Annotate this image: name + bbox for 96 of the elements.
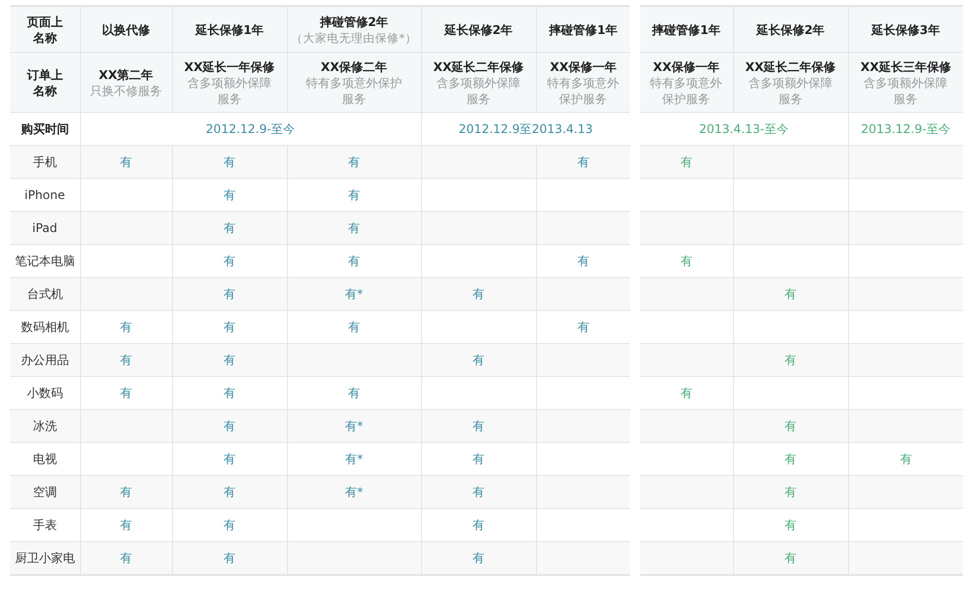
row-label: 小数码: [10, 376, 80, 410]
table-cell: 有: [733, 442, 848, 476]
order-description: 含多项额外保障服务: [862, 74, 949, 106]
column-title: 延长保修3年: [870, 22, 941, 38]
table-cell: 有: [733, 344, 848, 376]
column-title: 摔碰管修1年: [548, 22, 618, 38]
table-cell: 有: [536, 146, 630, 178]
column-title: 摔碰管修1年: [650, 22, 722, 38]
order-description: 特有多项意外保护服务: [649, 74, 724, 106]
purchase-period: 2013.12.9-至今: [848, 112, 963, 146]
table-cell: 有: [640, 146, 733, 178]
purchase-period: 2013.4.13-至今: [640, 112, 848, 146]
table-cell: 有: [421, 542, 536, 575]
row-label: 空调: [10, 476, 80, 508]
table-cell: 有: [287, 212, 421, 244]
column-title: 延长保修2年: [755, 22, 826, 38]
order-description: 特有多项意外保护服务: [546, 74, 620, 106]
table-cell: 有*: [287, 410, 421, 442]
order-name: XX延长二年保修: [432, 58, 525, 74]
row-label: 数码相机: [10, 310, 80, 344]
table-cell: 有: [80, 146, 172, 178]
table-cell: 有: [80, 376, 172, 410]
table-cell: 有: [536, 244, 630, 278]
table-cell: 有: [172, 442, 287, 476]
table-cell: 有*: [287, 476, 421, 508]
table-cell: 有: [421, 508, 536, 542]
row-label: 笔记本电脑: [10, 244, 80, 278]
purchase-period: 2012.12.9-至今: [80, 112, 421, 146]
purchase-period: 2012.12.9至2013.4.13: [421, 112, 630, 146]
table-cell: 有: [733, 410, 848, 442]
column-title: 摔碰管修2年: [318, 14, 390, 30]
row-label: iPad: [10, 212, 80, 244]
table-cell: 有: [172, 542, 287, 575]
table-cell: 有*: [287, 278, 421, 310]
table-cell: 有: [421, 344, 536, 376]
row-label: iPhone: [10, 178, 80, 212]
table-cell: 有: [287, 244, 421, 278]
table-cell: 有: [172, 244, 287, 278]
table-cell: 有: [848, 442, 963, 476]
column-title: 延长保修1年: [194, 22, 265, 38]
row-label: 台式机: [10, 278, 80, 310]
table-cell: 有: [80, 508, 172, 542]
table-cell: 有: [80, 542, 172, 575]
table-cell: 有: [733, 508, 848, 542]
table-cell: 有: [80, 310, 172, 344]
table-cell: 有: [640, 244, 733, 278]
order-description: 特有多项意外保护服务: [304, 74, 403, 106]
order-name: XX保修一年: [652, 58, 720, 74]
table-cell: 有*: [287, 442, 421, 476]
table-cell: 有: [421, 442, 536, 476]
order-name: XX延长一年保修: [183, 58, 276, 74]
table-cell: 有: [172, 476, 287, 508]
row-label: 办公用品: [10, 344, 80, 376]
row-header: 购买时间: [10, 112, 80, 146]
table-cell: 有: [80, 476, 172, 508]
table-cell: 有: [172, 376, 287, 410]
table-cell: 有: [172, 410, 287, 442]
row-label: 手表: [10, 508, 80, 542]
table-cell: 有: [733, 278, 848, 310]
order-name: XX延长二年保修: [744, 58, 837, 74]
order-description: 含多项额外保障服务: [747, 74, 834, 106]
table-cell: 有: [172, 344, 287, 376]
order-name: XX第二年: [98, 66, 154, 82]
order-description: 含多项额外保障服务: [435, 74, 522, 106]
table-cell: 有: [287, 178, 421, 212]
order-name: XX保修二年: [320, 58, 388, 74]
order-description: 含多项额外保障服务: [186, 74, 272, 106]
table-cell: 有: [733, 542, 848, 575]
table-cell: 有: [421, 410, 536, 442]
row-label: 厨卫小家电: [10, 542, 80, 575]
table-cell: 有: [172, 146, 287, 178]
table-cell: 有: [421, 278, 536, 310]
table-cell: 有: [287, 310, 421, 344]
table-cell: 有: [733, 476, 848, 508]
table-cell: 有: [172, 278, 287, 310]
column-title: 延长保修2年: [443, 22, 514, 38]
table-cell: 有: [80, 344, 172, 376]
order-name: XX保修一年: [548, 58, 618, 74]
table-cell: 有: [172, 212, 287, 244]
table-cell: 有: [172, 508, 287, 542]
table-cell: 有: [172, 310, 287, 344]
table-cell: 有: [287, 146, 421, 178]
row-label: 电视: [10, 442, 80, 476]
table-cell: 有: [172, 178, 287, 212]
row-label: 手机: [10, 146, 80, 178]
row-header: 订单上名称: [10, 52, 80, 112]
order-name: XX延长三年保修: [859, 58, 952, 74]
row-header: 页面上名称: [10, 6, 80, 52]
table-cell: 有: [287, 376, 421, 410]
table-cell: 有: [536, 310, 630, 344]
table-cell: 有: [640, 376, 733, 410]
row-label: 冰洗: [10, 410, 80, 442]
table-cell: 有: [421, 476, 536, 508]
order-description: 只换不修服务: [88, 82, 163, 98]
column-title: 以换代修: [101, 22, 151, 38]
column-note: （大家电无理由保修*）: [290, 30, 418, 46]
